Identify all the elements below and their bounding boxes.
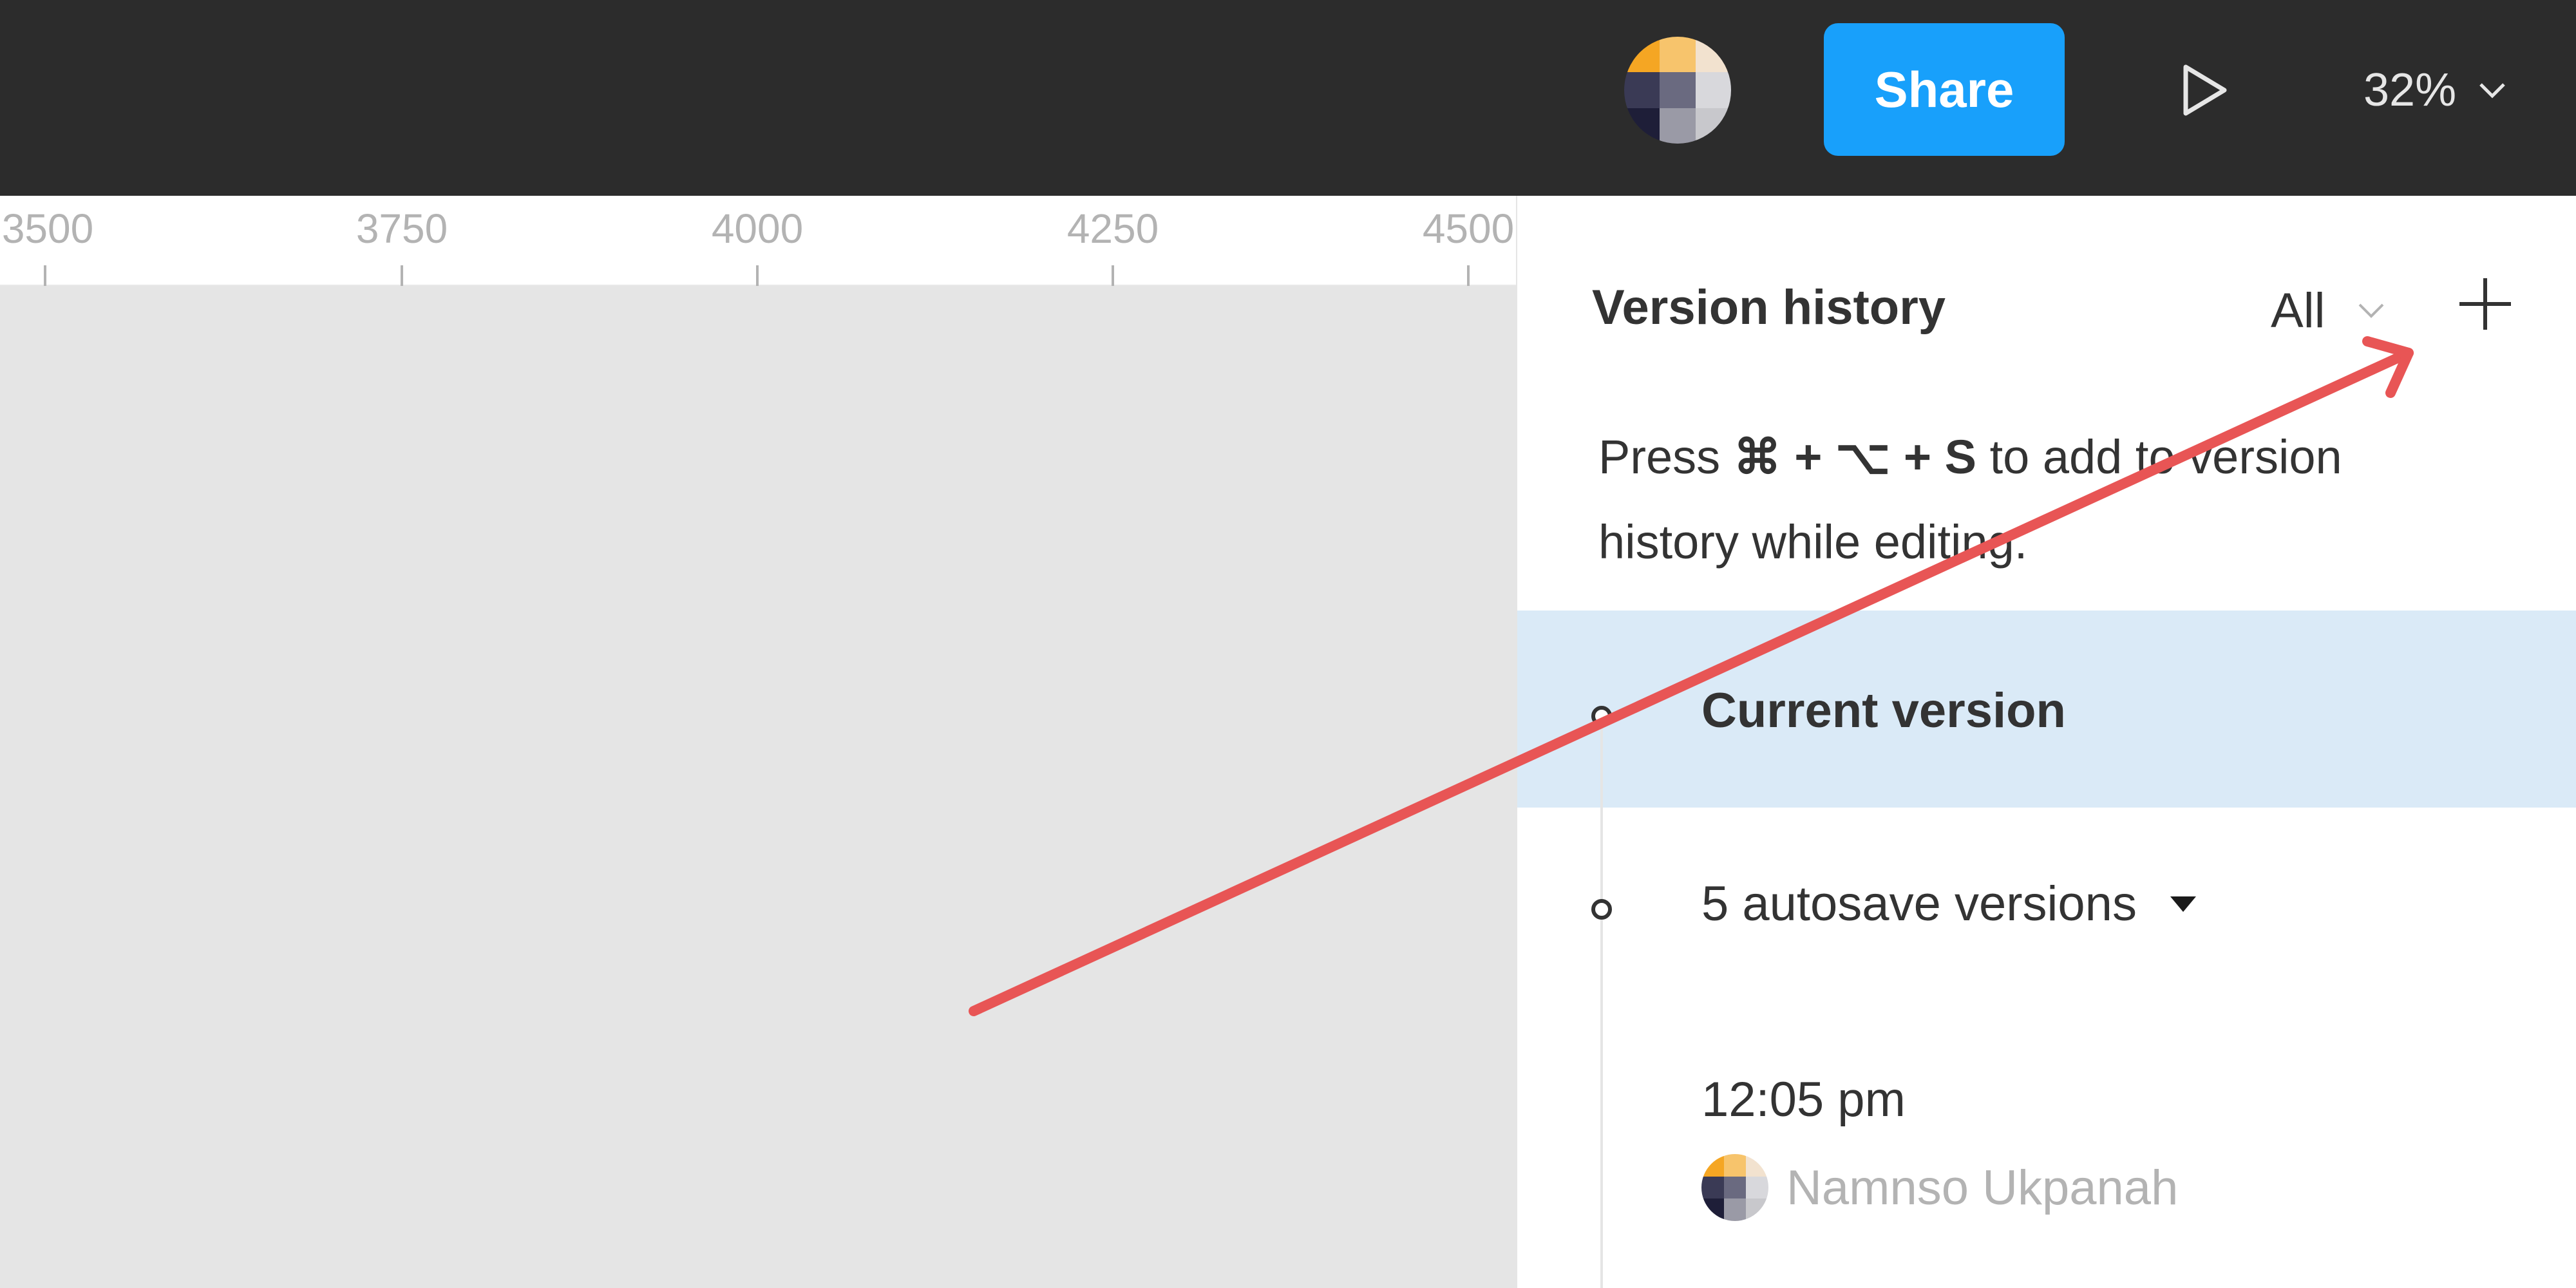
- avatar-tile: [1701, 1176, 1724, 1199]
- caret-down-icon: [2170, 896, 2196, 912]
- ruler-tick: [1467, 265, 1470, 286]
- version-filter-dropdown[interactable]: All: [2271, 278, 2385, 343]
- avatar-tile: [1701, 1154, 1724, 1177]
- avatar-tile: [1660, 108, 1696, 144]
- version-time: 12:05 pm: [1701, 1072, 1906, 1127]
- user-avatar-small: [1701, 1154, 1768, 1221]
- autosave-versions-row[interactable]: 5 autosave versions: [1517, 840, 2576, 981]
- share-button[interactable]: Share: [1824, 23, 2065, 156]
- ruler-label: 4500: [1422, 205, 1515, 252]
- avatar-tile: [1723, 1154, 1747, 1177]
- keyboard-shortcut: ⌘ + ⌥ + S: [1733, 430, 1977, 484]
- avatar-tile: [1701, 1198, 1724, 1221]
- ruler-label: 4000: [711, 205, 804, 252]
- user-avatar[interactable]: [1624, 37, 1731, 144]
- avatar-tile: [1746, 1198, 1768, 1221]
- avatar-tile: [1695, 108, 1731, 144]
- zoom-dropdown[interactable]: 32%: [2363, 57, 2557, 124]
- add-version-icon[interactable]: [2454, 273, 2516, 335]
- panel-title: Version history: [1592, 280, 1946, 335]
- avatar-tile: [1695, 72, 1731, 108]
- zoom-level: 32%: [2363, 64, 2457, 116]
- avatar-tile: [1723, 1176, 1747, 1199]
- horizontal-ruler: 3500 3750 4000 4250 4500: [0, 196, 1516, 286]
- autosave-label: 5 autosave versions: [1701, 876, 2137, 931]
- timeline-dot: [1591, 899, 1612, 920]
- ruler-tick: [1112, 265, 1114, 286]
- top-toolbar: Share 32%: [0, 0, 2576, 196]
- hint-text: Press: [1598, 430, 1734, 484]
- ruler-label: 3750: [355, 205, 448, 252]
- version-history-panel: Version history All Press ⌘ + ⌥ + S to a…: [1516, 196, 2576, 1288]
- timeline-dot: [1591, 706, 1612, 726]
- avatar-tile: [1746, 1154, 1768, 1177]
- avatar-tile: [1723, 1198, 1747, 1221]
- chevron-down-icon: [2359, 303, 2384, 318]
- current-version-row[interactable]: Current version: [1517, 611, 2576, 808]
- figma-window: Share 32% 3500 3750 4000 4250 4500 Versi…: [0, 0, 2576, 1288]
- version-entry[interactable]: 12:05 pm Namnso Ukpanah: [1517, 1046, 2576, 1239]
- avatar-tile: [1624, 72, 1660, 108]
- filter-label: All: [2271, 283, 2325, 338]
- current-version-label: Current version: [1701, 683, 2066, 738]
- present-play-icon[interactable]: [2170, 58, 2235, 122]
- avatar-tile: [1695, 37, 1731, 73]
- ruler-label: 3500: [1, 205, 94, 252]
- shortcut-hint: Press ⌘ + ⌥ + S to add to version histor…: [1598, 415, 2474, 585]
- design-canvas[interactable]: [0, 286, 1516, 1288]
- avatar-tile: [1624, 37, 1660, 73]
- avatar-tile: [1660, 37, 1696, 73]
- avatar-tile: [1660, 72, 1696, 108]
- chevron-down-icon: [2479, 83, 2505, 99]
- avatar-tile: [1624, 108, 1660, 144]
- version-author: Namnso Ukpanah: [1786, 1160, 2179, 1215]
- avatar-tile: [1746, 1176, 1768, 1199]
- ruler-tick: [401, 265, 403, 286]
- ruler-tick: [756, 265, 759, 286]
- ruler-tick: [44, 265, 46, 286]
- ruler-label: 4250: [1066, 205, 1159, 252]
